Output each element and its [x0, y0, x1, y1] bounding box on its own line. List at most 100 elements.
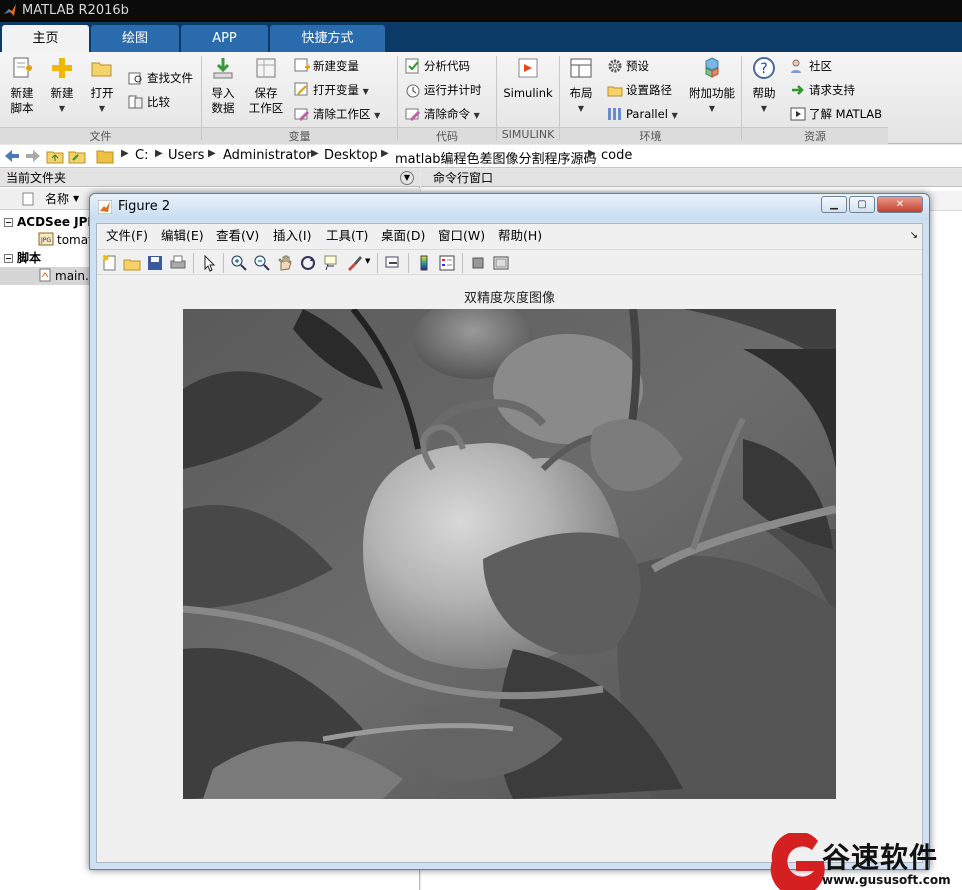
- menu-help[interactable]: 帮助(H): [498, 224, 542, 248]
- browse-folder-icon[interactable]: [68, 148, 86, 164]
- current-folder-header: 当前文件夹 ▼: [0, 169, 420, 187]
- set-path-button[interactable]: 设置路径: [607, 80, 672, 100]
- command-window-header: 命令行窗口: [421, 169, 962, 187]
- chevron-down-icon: ▼: [473, 111, 480, 120]
- figure-content: 文件(F) 编辑(E) 查看(V) 插入(I) 工具(T) 桌面(D) 窗口(W…: [96, 223, 923, 863]
- menu-view[interactable]: 查看(V): [216, 224, 259, 248]
- breadcrumb-separator: ▶: [121, 148, 129, 159]
- learn-matlab-icon: [790, 107, 806, 121]
- jpeg-file-icon: JPG: [38, 232, 54, 246]
- breadcrumb-separator: ▶: [208, 148, 216, 159]
- breadcrumb-item[interactable]: code: [601, 148, 632, 163]
- new-script-button[interactable]: 新建 脚本: [6, 56, 38, 116]
- colorbar-icon[interactable]: [415, 254, 433, 272]
- zoom-in-icon[interactable]: [230, 254, 248, 272]
- find-files-icon: [128, 72, 142, 85]
- up-folder-icon[interactable]: [46, 148, 64, 164]
- plot-title: 双精度灰度图像: [463, 291, 555, 306]
- breadcrumb-separator: ▶: [155, 148, 163, 159]
- new-variable-button[interactable]: 新建变量: [294, 56, 359, 76]
- community-button[interactable]: 社区: [790, 56, 832, 76]
- addons-button[interactable]: 附加功能 ▼: [686, 56, 738, 116]
- chevron-down-icon[interactable]: ▼: [365, 257, 370, 265]
- new-figure-icon[interactable]: [101, 254, 119, 272]
- clear-commands-icon: [405, 108, 421, 122]
- legend-icon[interactable]: [438, 254, 456, 272]
- run-and-time-button[interactable]: 运行并计时: [405, 80, 482, 100]
- link-plot-icon[interactable]: [384, 254, 402, 272]
- simulink-button[interactable]: Simulink: [502, 56, 554, 101]
- forward-arrow-icon[interactable]: [24, 148, 42, 164]
- app-title: MATLAB R2016b: [22, 3, 129, 18]
- parallel-button[interactable]: Parallel ▼: [607, 104, 678, 124]
- save-workspace-button[interactable]: 保存 工作区: [246, 56, 286, 116]
- menu-window[interactable]: 窗口(W): [438, 224, 485, 248]
- menu-tools[interactable]: 工具(T): [326, 224, 368, 248]
- back-arrow-icon[interactable]: [3, 148, 21, 164]
- hide-plot-tools-icon[interactable]: [469, 254, 487, 272]
- group-label-environment: 环境: [639, 130, 662, 143]
- minimize-button[interactable]: ▁: [821, 196, 847, 213]
- learn-matlab-button[interactable]: 了解 MATLAB: [790, 104, 882, 124]
- figure-title-bar[interactable]: Figure 2 ▁ ▢ ✕: [90, 194, 929, 220]
- help-icon: ?: [753, 57, 775, 79]
- collapse-icon[interactable]: −: [4, 254, 13, 263]
- clear-workspace-button[interactable]: 清除工作区 ▼: [294, 104, 380, 124]
- menu-expand-icon[interactable]: ↘: [910, 224, 918, 248]
- ribbon-tab-strip: 主页 绘图 APP 快捷方式: [0, 22, 962, 52]
- simulink-icon: [518, 58, 538, 78]
- new-plus-icon: [52, 58, 72, 78]
- data-cursor-icon[interactable]: [322, 254, 340, 272]
- breadcrumb-item[interactable]: Administrator: [223, 148, 312, 163]
- maximize-button[interactable]: ▢: [849, 196, 875, 213]
- gear-icon: [608, 59, 622, 73]
- tab-home[interactable]: 主页: [2, 25, 89, 52]
- grayscale-tomato-photo: [183, 309, 836, 799]
- panel-actions-icon[interactable]: ▼: [400, 171, 414, 185]
- layout-button[interactable]: 布局 ▼: [565, 56, 597, 116]
- compare-button[interactable]: 比较: [128, 92, 170, 112]
- request-support-button[interactable]: 请求支持: [790, 80, 855, 100]
- zoom-out-icon[interactable]: [253, 254, 271, 272]
- menu-file[interactable]: 文件(F): [106, 224, 148, 248]
- matlab-logo-icon: [4, 4, 16, 16]
- rotate-3d-icon[interactable]: [299, 254, 317, 272]
- menu-insert[interactable]: 插入(I): [273, 224, 311, 248]
- collapse-icon[interactable]: −: [4, 218, 13, 227]
- menu-edit[interactable]: 编辑(E): [161, 224, 204, 248]
- print-icon[interactable]: [169, 254, 187, 272]
- open-button[interactable]: 打开 ▼: [86, 56, 118, 116]
- new-button[interactable]: 新建 ▼: [46, 56, 78, 116]
- preferences-button[interactable]: 预设: [607, 56, 649, 76]
- brush-icon[interactable]: [345, 254, 363, 272]
- chevron-down-icon: ▼: [98, 104, 106, 113]
- figure-toolbar: ▼: [97, 249, 922, 275]
- breadcrumb-item[interactable]: matlab编程色差图像分割程序源码: [395, 148, 597, 167]
- show-plot-tools-icon[interactable]: [492, 254, 510, 272]
- breadcrumb-item[interactable]: Desktop: [324, 148, 378, 163]
- open-file-icon[interactable]: [123, 254, 141, 272]
- clear-commands-button[interactable]: 清除命令 ▼: [405, 104, 480, 124]
- tab-shortcuts[interactable]: 快捷方式: [270, 25, 385, 52]
- pointer-icon[interactable]: [200, 254, 218, 272]
- close-button[interactable]: ✕: [877, 196, 923, 213]
- find-files-button[interactable]: 查找文件: [128, 68, 193, 88]
- import-data-button[interactable]: 导入 数据: [206, 56, 240, 116]
- pan-hand-icon[interactable]: [276, 254, 294, 272]
- breadcrumb-item[interactable]: Users: [168, 148, 204, 163]
- analyze-code-button[interactable]: 分析代码: [405, 56, 470, 76]
- group-label-simulink: SIMULINK: [501, 128, 555, 141]
- matlab-figure-icon: [98, 200, 112, 214]
- menu-desktop[interactable]: 桌面(D): [381, 224, 425, 248]
- chevron-down-icon: ▼: [760, 104, 768, 113]
- save-icon[interactable]: [146, 254, 164, 272]
- help-button[interactable]: ? 帮助 ▼: [747, 56, 781, 116]
- parallel-icon: [608, 108, 621, 120]
- tab-apps[interactable]: APP: [181, 25, 268, 52]
- tab-plots[interactable]: 绘图: [91, 25, 179, 52]
- breadcrumb-item[interactable]: C:: [135, 148, 148, 163]
- grayscale-image[interactable]: [183, 309, 836, 799]
- compare-icon: [128, 95, 143, 109]
- open-variable-button[interactable]: 打开变量 ▼: [294, 80, 369, 100]
- sort-arrow-icon: ▼: [73, 194, 80, 203]
